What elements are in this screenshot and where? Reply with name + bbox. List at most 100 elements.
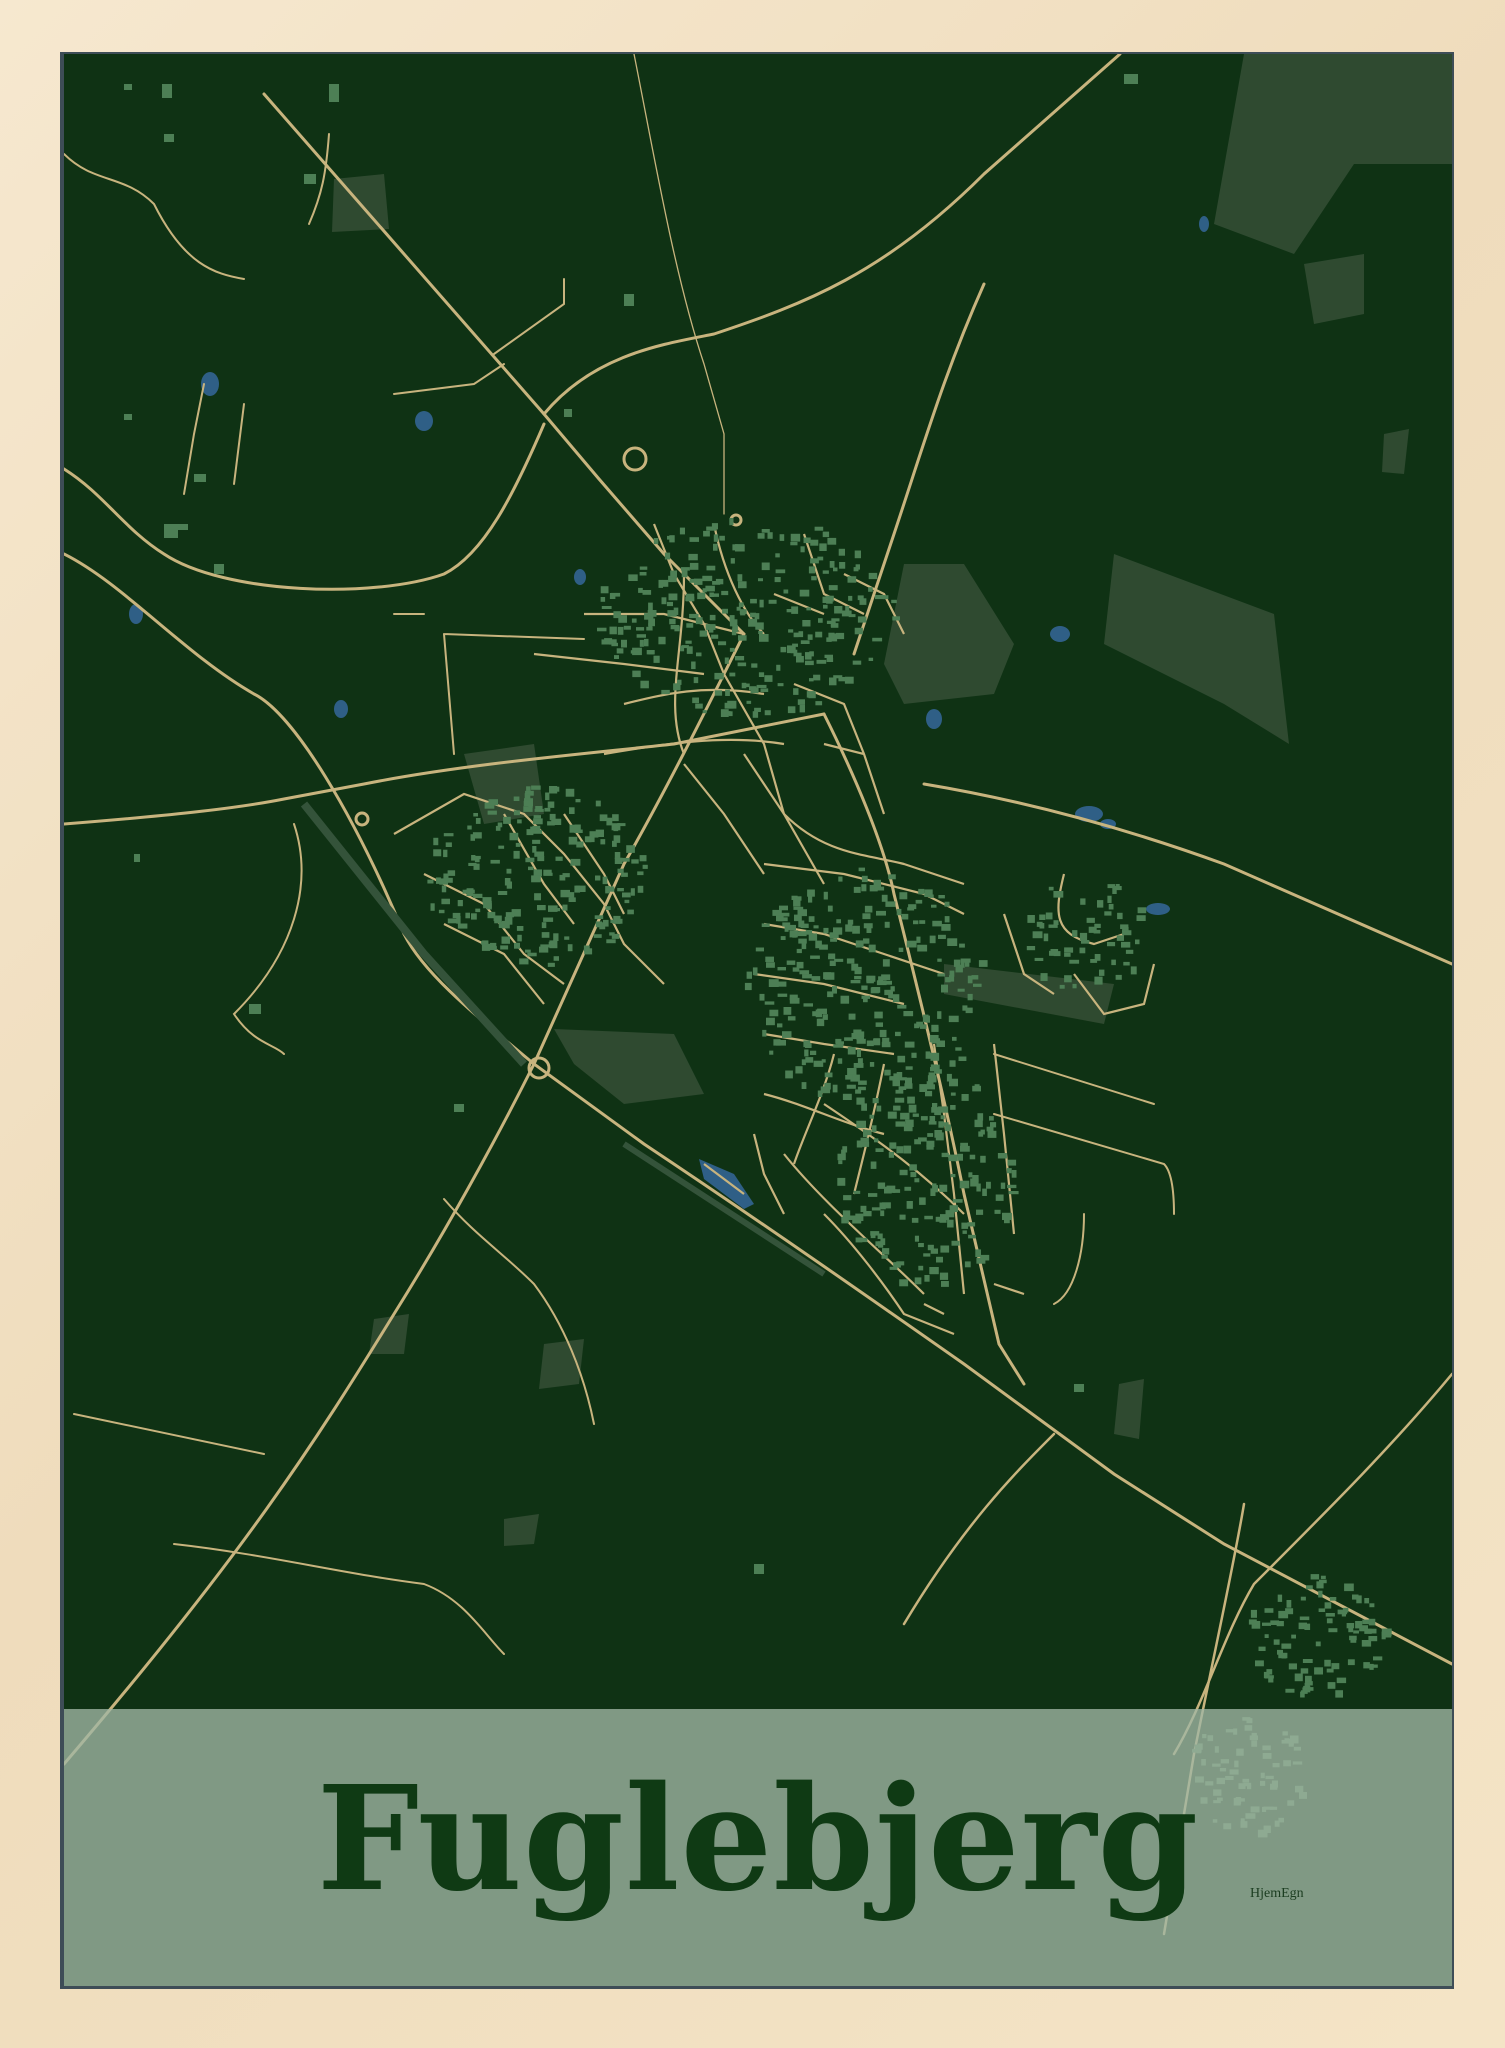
building (441, 898, 450, 905)
building (1064, 947, 1074, 953)
building (1053, 891, 1064, 898)
building (559, 874, 566, 881)
building (576, 841, 584, 848)
building (513, 850, 520, 859)
building (653, 655, 660, 663)
town-buildings (427, 518, 1147, 1287)
building (782, 1031, 792, 1038)
building (427, 879, 434, 884)
building (754, 613, 760, 620)
building (597, 627, 607, 632)
building (1115, 974, 1122, 980)
building (658, 579, 663, 588)
building (555, 856, 563, 861)
building (858, 1237, 868, 1243)
building (888, 874, 896, 880)
building (811, 576, 817, 581)
building (433, 837, 439, 846)
building (925, 1015, 930, 1023)
building (830, 938, 837, 942)
building (843, 1195, 852, 1201)
building (918, 1243, 924, 1248)
building (960, 958, 971, 963)
building (497, 891, 508, 895)
building (594, 915, 604, 919)
building (1344, 1583, 1354, 1592)
building (802, 974, 812, 979)
building (980, 1155, 986, 1163)
building (871, 1207, 881, 1211)
building (924, 1215, 933, 1220)
building (658, 636, 666, 645)
building (833, 567, 838, 572)
building (1251, 1621, 1261, 1629)
building (914, 1023, 920, 1029)
building (506, 868, 512, 874)
building (813, 925, 819, 929)
building (791, 895, 798, 900)
building (532, 839, 541, 844)
building (804, 1043, 812, 1048)
building (616, 648, 624, 654)
building (1048, 886, 1054, 891)
building (766, 962, 775, 968)
building (857, 616, 867, 623)
building (527, 952, 537, 957)
building (838, 1160, 843, 1165)
building (1277, 1594, 1283, 1602)
building (1027, 915, 1035, 923)
building (1007, 1184, 1017, 1189)
building (858, 867, 865, 872)
building (957, 988, 965, 992)
building (547, 962, 555, 967)
building (759, 599, 764, 608)
building (639, 855, 647, 862)
building (913, 920, 919, 925)
building (807, 634, 813, 640)
building (631, 618, 637, 623)
building (838, 876, 843, 882)
building (517, 934, 522, 942)
building (639, 566, 648, 570)
building (823, 972, 831, 980)
building (824, 1072, 833, 1078)
building (787, 645, 796, 654)
building (487, 810, 497, 815)
building (801, 1059, 806, 1066)
building (947, 1219, 954, 1228)
building (1273, 1639, 1280, 1645)
building (827, 991, 834, 998)
building (767, 532, 773, 539)
building (861, 985, 868, 990)
building (729, 647, 735, 652)
building (791, 606, 799, 614)
building (630, 888, 635, 896)
building (666, 601, 673, 607)
building (839, 562, 846, 569)
building (806, 691, 816, 698)
building (600, 839, 606, 845)
building (646, 626, 653, 631)
building (852, 660, 862, 665)
building (950, 1105, 956, 1110)
building (893, 1262, 901, 1268)
building (1104, 911, 1112, 916)
building (810, 955, 820, 959)
building (803, 1003, 813, 1007)
building (945, 977, 951, 983)
building (894, 1097, 905, 1103)
building (486, 903, 492, 910)
building (906, 940, 917, 948)
building (847, 1068, 857, 1076)
building (859, 598, 867, 605)
building (793, 899, 801, 907)
building (1327, 1682, 1336, 1689)
building (545, 792, 550, 801)
building (626, 845, 635, 853)
building (786, 924, 796, 931)
building (539, 946, 549, 953)
building (925, 1051, 931, 1059)
building (793, 652, 802, 657)
building (583, 945, 590, 952)
building (693, 578, 703, 585)
